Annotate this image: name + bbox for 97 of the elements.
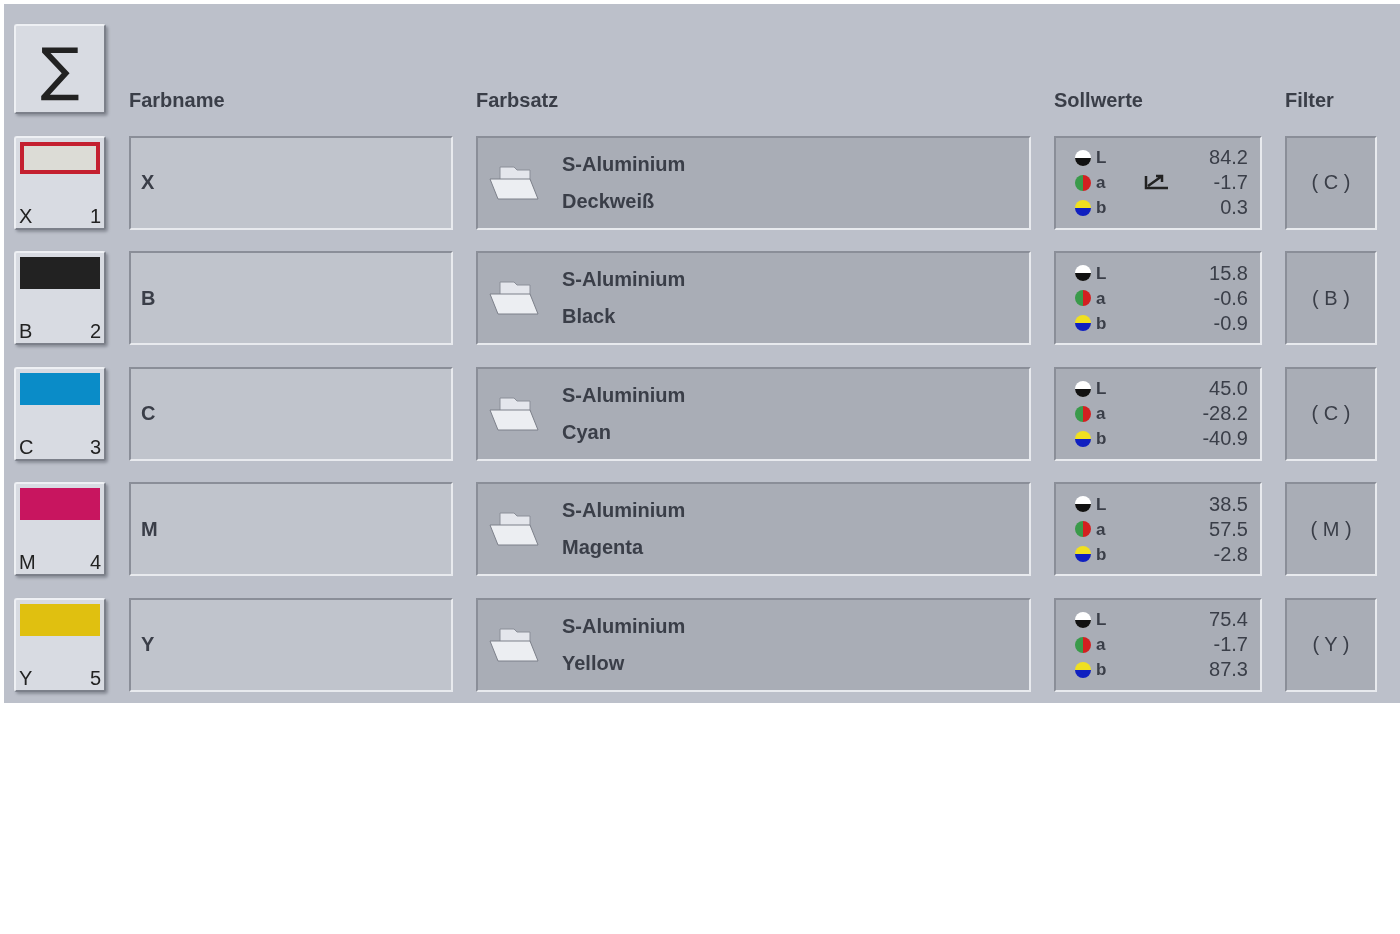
b-axis-icon [1074, 429, 1092, 448]
ink-set-text: Cyan [562, 420, 612, 444]
ink-letter: M [19, 551, 36, 574]
a-axis-icon [1074, 289, 1092, 307]
ink-set-field[interactable]: S-Aluminium Deckweiß [476, 135, 1031, 230]
column-header: Farbsatz [476, 89, 560, 113]
lab-value: -28.2 [1202, 401, 1248, 426]
b-axis-icon [1074, 198, 1092, 217]
filter-field[interactable]: ( C ) [1285, 135, 1377, 230]
lab-label: a [1096, 403, 1107, 425]
ink-button[interactable]: B 2 [14, 251, 106, 345]
ink-name-field[interactable]: M [129, 482, 453, 576]
ink-set-text: S-Aluminium [562, 268, 686, 291]
ink-number: 5 [89, 666, 101, 690]
ink-number: 4 [89, 551, 101, 574]
lightness-icon [1074, 148, 1092, 167]
target-values-field[interactable]: L 38.5 a 57.5 b -2.8 [1054, 482, 1262, 576]
lightness-icon [1074, 264, 1092, 282]
ink-letter: C [19, 435, 34, 459]
lab-value: 38.5 [1209, 491, 1248, 517]
filter-field[interactable]: ( M ) [1285, 482, 1377, 576]
column-header: Sollwerte [1054, 89, 1144, 113]
ink-name-field[interactable]: Y [129, 597, 453, 692]
lab-value: -1.7 [1213, 632, 1248, 657]
lab-label: L [1096, 609, 1108, 631]
lab-value: 45.0 [1209, 376, 1248, 401]
ink-number: 2 [89, 320, 101, 343]
lab-value: 87.3 [1209, 657, 1248, 682]
ink-button[interactable]: C 3 [14, 366, 106, 461]
lab-label: a [1096, 518, 1107, 541]
ink-set-field[interactable]: S-Aluminium Cyan [476, 366, 1031, 461]
column-header: Filter [1285, 89, 1335, 113]
ink-button[interactable]: M 4 [14, 482, 106, 576]
a-axis-icon [1074, 173, 1092, 192]
ink-set-text: S-Aluminium [562, 614, 686, 638]
ink-set-text: S-Aluminium [562, 499, 686, 522]
a-axis-icon [1074, 404, 1092, 423]
lightness-icon [1074, 610, 1092, 629]
lab-label: b [1096, 428, 1108, 450]
lab-value: 57.5 [1209, 516, 1248, 542]
ink-set-text: Magenta [562, 536, 645, 559]
lightness-icon [1074, 379, 1092, 398]
lab-value: 84.2 [1209, 145, 1248, 170]
b-axis-icon [1074, 545, 1092, 563]
ink-name-field[interactable]: C [129, 366, 453, 461]
ink-number: 3 [89, 435, 101, 459]
ink-name-field[interactable]: X [129, 135, 453, 230]
target-values-field[interactable]: L 15.8 a -0.6 b -0.9 [1054, 251, 1262, 345]
lab-label: L [1096, 378, 1108, 400]
lab-label: b [1096, 197, 1108, 219]
lightness-icon [1074, 495, 1092, 513]
ink-button[interactable]: X 1 [14, 135, 106, 230]
lab-label: a [1096, 287, 1107, 310]
ink-set-field[interactable]: S-Aluminium Yellow [476, 597, 1031, 692]
lab-label: L [1096, 262, 1108, 285]
lab-label: b [1096, 659, 1108, 681]
lab-value: -2.8 [1213, 541, 1248, 567]
ink-set-field[interactable]: S-Aluminium Black [476, 251, 1031, 345]
ink-set-text: S-Aluminium [562, 152, 686, 176]
lab-value: 75.4 [1209, 607, 1248, 632]
target-values-field[interactable]: L 75.4 a -1.7 b 87.3 [1054, 597, 1262, 692]
ink-button[interactable]: Y 5 [14, 597, 106, 692]
lab-value: -1.7 [1213, 170, 1248, 195]
target-values-field[interactable]: L 45.0 a -28.2 b -40.9 [1054, 366, 1262, 461]
folder-icon [488, 278, 542, 318]
lab-label: a [1096, 172, 1107, 194]
ink-letter: Y [19, 666, 33, 690]
filter-field[interactable]: ( Y ) [1285, 597, 1377, 692]
b-axis-icon [1074, 314, 1092, 332]
target-values-field[interactable]: L 84.2 a -1.7 b 0.3 [1054, 135, 1262, 230]
lab-value: -0.9 [1213, 310, 1248, 336]
filter-field[interactable]: ( C ) [1285, 366, 1377, 461]
folder-icon [488, 509, 542, 549]
filter-field[interactable]: ( B ) [1285, 251, 1377, 345]
lab-label: b [1096, 543, 1108, 566]
lab-label: b [1096, 312, 1108, 335]
ink-letter: X [19, 204, 33, 228]
lab-value: -40.9 [1202, 426, 1248, 451]
a-axis-icon [1074, 520, 1092, 538]
ink-set-text: Deckweiß [562, 189, 656, 213]
lab-value: 0.3 [1220, 195, 1248, 220]
ink-name-field[interactable]: B [129, 251, 453, 345]
lab-label: a [1096, 634, 1107, 656]
b-axis-icon [1074, 660, 1092, 679]
ink-number: 1 [89, 204, 101, 228]
lab-label: L [1096, 493, 1108, 516]
lab-label: L [1096, 147, 1108, 169]
a-axis-icon [1074, 635, 1092, 654]
column-header: Farbname [129, 89, 226, 113]
ink-set-text: Yellow [562, 651, 626, 675]
ink-set-field[interactable]: S-Aluminium Magenta [476, 482, 1031, 576]
ink-set-text: Black [562, 305, 617, 328]
lab-value: -0.6 [1213, 285, 1248, 311]
ink-set-text: S-Aluminium [562, 383, 686, 407]
lab-value: 15.8 [1209, 260, 1248, 286]
sum-button[interactable]: ∑ [14, 24, 106, 114]
ink-letter: B [19, 320, 33, 343]
